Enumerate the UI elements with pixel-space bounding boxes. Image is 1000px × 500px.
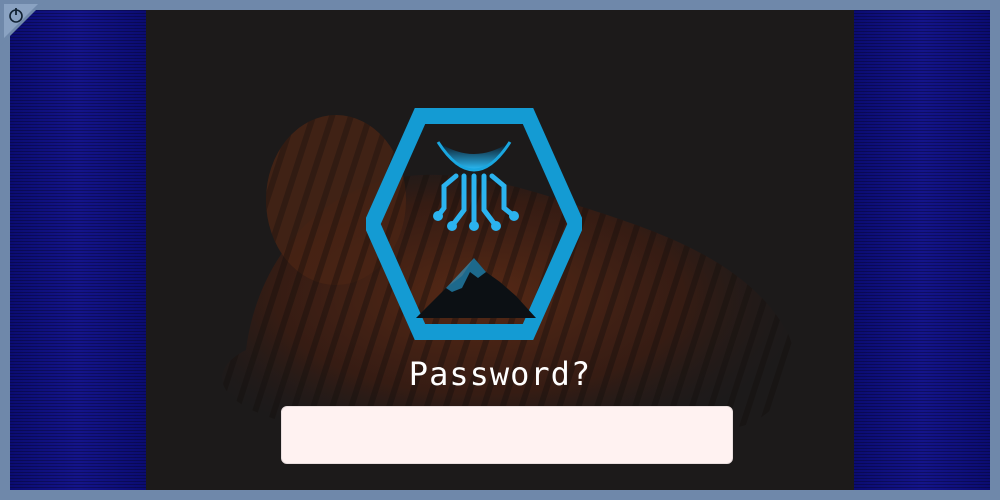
password-input[interactable]	[281, 406, 733, 464]
right-side-panel	[854, 10, 990, 490]
power-icon[interactable]	[0, 0, 46, 46]
password-prompt-label: Password?	[408, 355, 592, 393]
lock-screen: Password?	[0, 0, 1000, 500]
left-side-panel	[10, 10, 146, 490]
hexagon-circuit-mountain-logo	[366, 108, 582, 340]
